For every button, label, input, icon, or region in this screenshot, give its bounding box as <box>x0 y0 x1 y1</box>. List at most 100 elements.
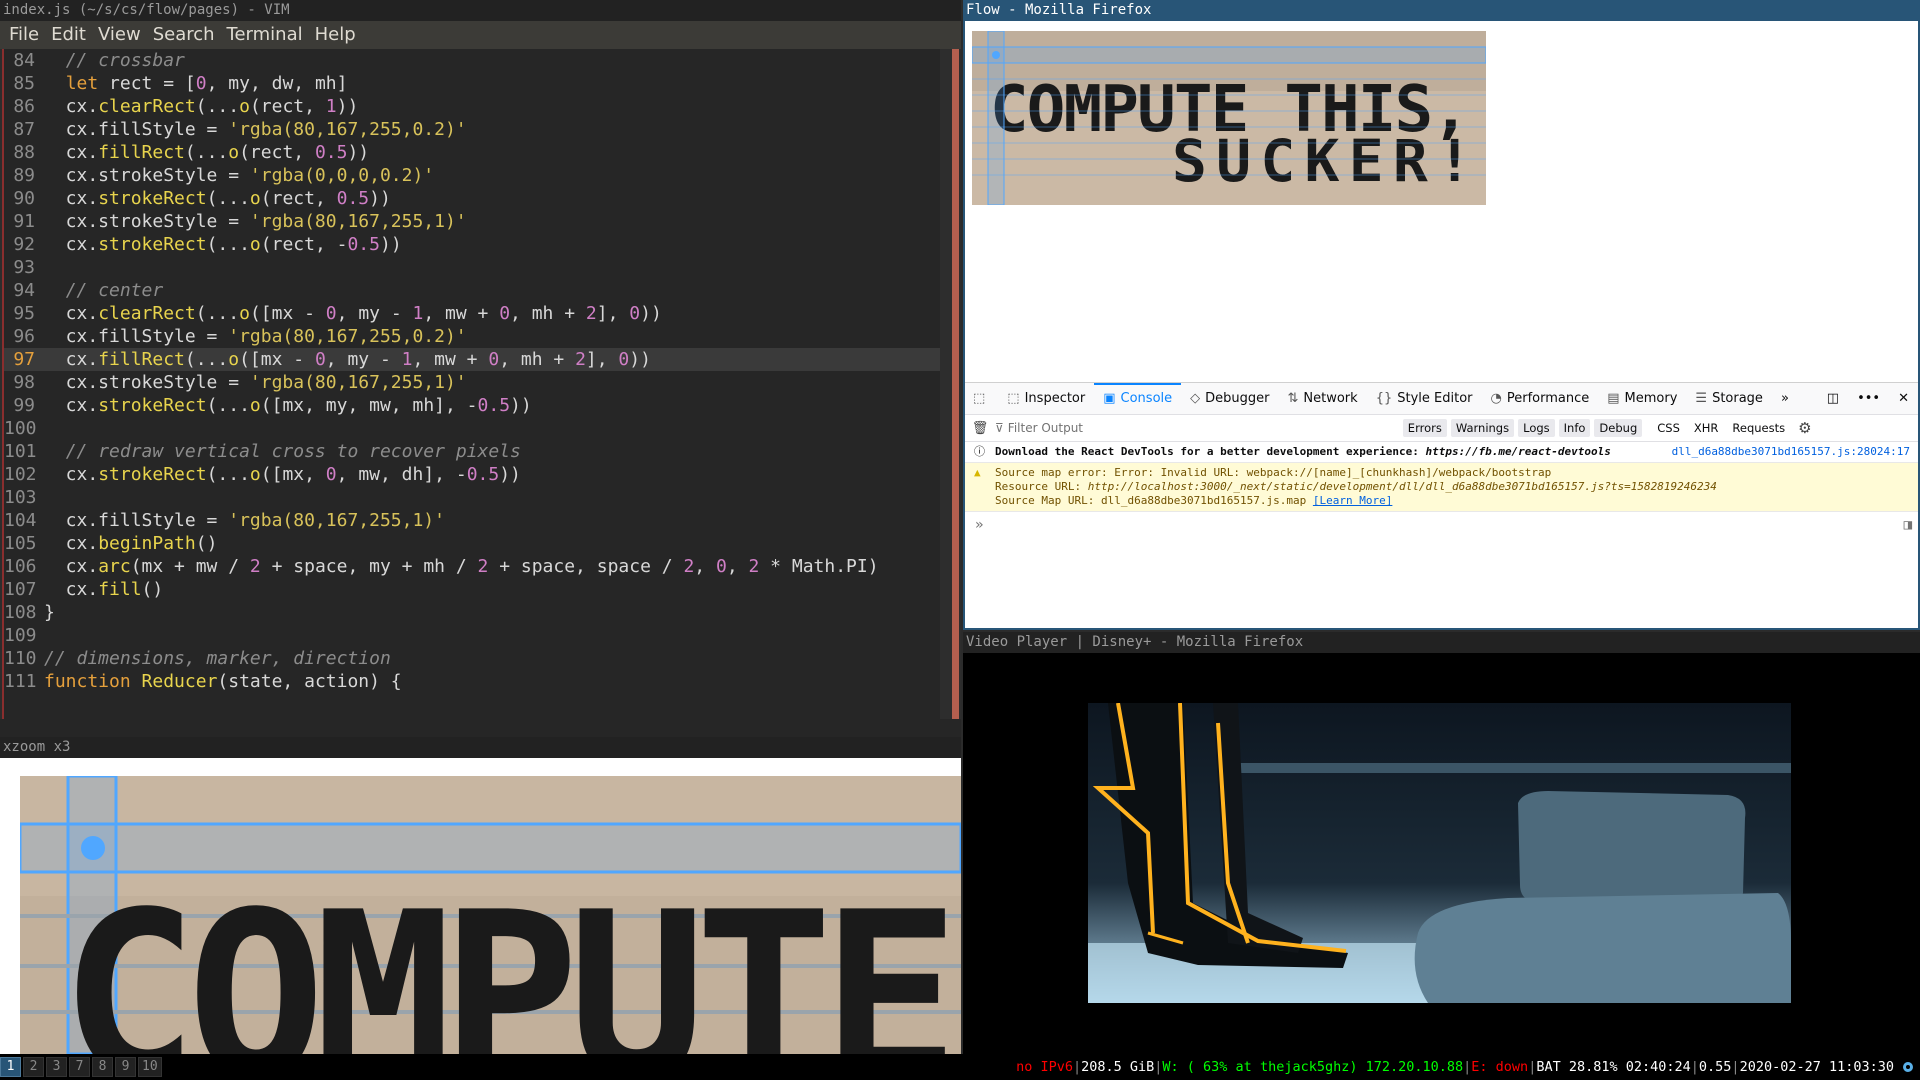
code-line[interactable]: 101 // redraw vertical cross to recover … <box>4 440 940 463</box>
split-console-button[interactable]: ◨ <box>1904 512 1912 538</box>
code-line[interactable]: 84 // crossbar <box>4 49 940 72</box>
line-code: cx.fillStyle = 'rgba(80,167,255,0.2)' <box>44 326 467 347</box>
code-line[interactable]: 96 cx.fillStyle = 'rgba(80,167,255,0.2)' <box>4 325 940 348</box>
tray-icon[interactable] <box>1900 1059 1916 1075</box>
code-line[interactable]: 99 cx.strokeRect(...o([mx, my, mw, mh], … <box>4 394 940 417</box>
firefox-window-title[interactable]: Flow - Mozilla Firefox <box>963 0 1920 21</box>
line-number: 94 <box>13 280 35 301</box>
line-number: 89 <box>13 165 35 186</box>
code-line[interactable]: 98 cx.strokeStyle = 'rgba(80,167,255,1)' <box>4 371 940 394</box>
more-tabs-button[interactable]: » <box>1772 383 1798 415</box>
video-frame[interactable] <box>1088 703 1791 1003</box>
warning-sourcemap-label: Source Map URL: dll_d6a88dbe3071bd165157… <box>995 494 1313 507</box>
filter-info-button[interactable]: Info <box>1558 419 1591 437</box>
console-message-warning[interactable]: ▲ Source map error: Error: Invalid URL: … <box>965 463 1918 512</box>
dock-button[interactable]: ◫ <box>1818 383 1848 415</box>
code-line[interactable]: 100 <box>4 417 940 440</box>
code-line[interactable]: 87 cx.fillStyle = 'rgba(80,167,255,0.2)' <box>4 118 940 141</box>
line-code: cx.strokeRect(...o(rect, 0.5)) <box>44 188 391 209</box>
console-message-info[interactable]: ⓘ Download the React DevTools for a bett… <box>965 442 1918 463</box>
tab-network[interactable]: ⇅ Network <box>1279 383 1367 415</box>
memory-icon: ▤ <box>1607 391 1620 406</box>
code-line[interactable]: 88 cx.fillRect(...o(rect, 0.5)) <box>4 141 940 164</box>
workspace-2[interactable]: 2 <box>23 1057 44 1077</box>
vim-window: File Edit View Search Terminal Help 84 /… <box>0 21 961 737</box>
tab-debugger[interactable]: ◇ Debugger <box>1181 383 1278 415</box>
style-editor-icon: {} <box>1375 391 1393 406</box>
code-line[interactable]: 95 cx.clearRect(...o([mx - 0, my - 1, mw… <box>4 302 940 325</box>
code-line[interactable]: 108} <box>4 601 940 624</box>
filter-debug-button[interactable]: Debug <box>1594 419 1643 437</box>
code-line[interactable]: 94 // center <box>4 279 940 302</box>
element-picker-button[interactable]: ⬚ <box>965 383 998 415</box>
workspace-8[interactable]: 8 <box>92 1057 113 1077</box>
line-number: 101 <box>4 441 37 462</box>
filter-errors-button[interactable]: Errors <box>1402 419 1447 437</box>
options-menu-button[interactable]: ••• <box>1848 383 1889 415</box>
tab-style-editor[interactable]: {} Style Editor <box>1367 383 1482 415</box>
vim-code-lines: 84 // crossbar 85 let rect = [0, my, dw, … <box>4 49 940 693</box>
tab-memory[interactable]: ▤ Memory <box>1598 383 1686 415</box>
menu-view[interactable]: View <box>98 21 141 49</box>
line-code: // crossbar <box>65 50 185 71</box>
code-line[interactable]: 85 let rect = [0, my, dw, mh] <box>4 72 940 95</box>
line-code: cx.fill() <box>44 579 164 600</box>
clear-console-button[interactable]: 🗑 <box>965 421 995 436</box>
learn-more-link[interactable]: [Learn More] <box>1313 494 1392 507</box>
message-source-link[interactable]: dll_d6a88dbe3071bd165157.js:28024:17 <box>1672 445 1910 459</box>
code-line[interactable]: 104 cx.fillStyle = 'rgba(80,167,255,1)' <box>4 509 940 532</box>
code-line[interactable]: 90 cx.strokeRect(...o(rect, 0.5)) <box>4 187 940 210</box>
close-devtools-button[interactable]: ✕ <box>1889 383 1918 415</box>
menu-help[interactable]: Help <box>315 21 356 49</box>
vim-window-title[interactable]: index.js (~/s/cs/flow/pages) - VIM <box>0 0 961 21</box>
tab-console[interactable]: ▣ Console <box>1094 382 1182 415</box>
filter-requests-button[interactable]: Requests <box>1727 419 1790 437</box>
disk-status: 208.5 GiB <box>1081 1059 1155 1075</box>
code-line[interactable]: 110 // dimensions, marker, direction <box>4 647 940 670</box>
tab-inspector[interactable]: ⬚ Inspector <box>998 383 1094 415</box>
vim-editor[interactable]: 84 // crossbar 85 let rect = [0, my, dw, … <box>2 49 940 719</box>
filter-chips: Errors Warnings Logs Info Debug <box>1402 419 1646 437</box>
console-settings-button[interactable]: ⚙ <box>1798 419 1811 437</box>
code-line[interactable]: 109 <box>4 624 940 647</box>
code-line[interactable]: 107 cx.fill() <box>4 578 940 601</box>
filter-plain-toggles: CSS XHR Requests <box>1652 419 1794 437</box>
code-line[interactable]: 102 cx.strokeRect(...o([mx, 0, mw, dh], … <box>4 463 940 486</box>
code-line[interactable]: 105 cx.beginPath() <box>4 532 940 555</box>
workspace-3[interactable]: 3 <box>46 1057 67 1077</box>
xzoom-window-title[interactable]: xzoom x3 <box>0 737 961 758</box>
menu-edit[interactable]: Edit <box>51 21 86 49</box>
code-line[interactable]: 103 <box>4 486 940 509</box>
workspace-7[interactable]: 7 <box>69 1057 90 1077</box>
filter-warnings-button[interactable]: Warnings <box>1450 419 1515 437</box>
video-player-window[interactable] <box>963 653 1920 1054</box>
filter-css-button[interactable]: CSS <box>1652 419 1685 437</box>
tab-storage[interactable]: ☰ Storage <box>1686 383 1772 415</box>
line-code: cx.beginPath() <box>44 533 218 554</box>
code-line[interactable]: 106 cx.arc(mx + mw / 2 + space, my + mh … <box>4 555 940 578</box>
tab-performance[interactable]: ◔ Performance <box>1482 383 1599 415</box>
code-line[interactable]: 111 function Reducer(state, action) { <box>4 670 940 693</box>
line-code: cx.fillStyle = 'rgba(80,167,255,1)' <box>44 510 445 531</box>
warning-resource-url[interactable]: http://localhost:3000/_next/static/devel… <box>1088 480 1717 493</box>
workspace-1[interactable]: 1 <box>0 1057 21 1077</box>
filter-output-input[interactable]: Filter Output <box>1008 421 1403 435</box>
info-link[interactable]: https://fb.me/react-devtools <box>1425 445 1610 458</box>
console-input[interactable]: » ◨ <box>965 512 1918 538</box>
workspace-10[interactable]: 10 <box>138 1057 162 1077</box>
code-line[interactable]: 93 <box>4 256 940 279</box>
video-player-window-title[interactable]: Video Player | Disney+ - Mozilla Firefox <box>963 632 1920 653</box>
code-line[interactable]: 91 cx.strokeStyle = 'rgba(80,167,255,1)' <box>4 210 940 233</box>
filter-xhr-button[interactable]: XHR <box>1689 419 1724 437</box>
menu-terminal[interactable]: Terminal <box>227 21 303 49</box>
menu-file[interactable]: File <box>9 21 39 49</box>
line-number: 102 <box>4 464 37 485</box>
code-line[interactable]: 89 cx.strokeStyle = 'rgba(0,0,0,0.2)' <box>4 164 940 187</box>
code-line[interactable]: 92 cx.strokeRect(...o(rect, -0.5)) <box>4 233 940 256</box>
code-line[interactable]: 97 cx.fillRect(...o([mx - 0, my - 1, mw … <box>4 348 940 371</box>
camera-frame[interactable]: COMPUTE THIS, SUCKER! <box>972 31 1486 205</box>
workspace-9[interactable]: 9 <box>115 1057 136 1077</box>
filter-logs-button[interactable]: Logs <box>1518 419 1555 437</box>
menu-search[interactable]: Search <box>153 21 215 49</box>
code-line[interactable]: 86 cx.clearRect(...o(rect, 1)) <box>4 95 940 118</box>
